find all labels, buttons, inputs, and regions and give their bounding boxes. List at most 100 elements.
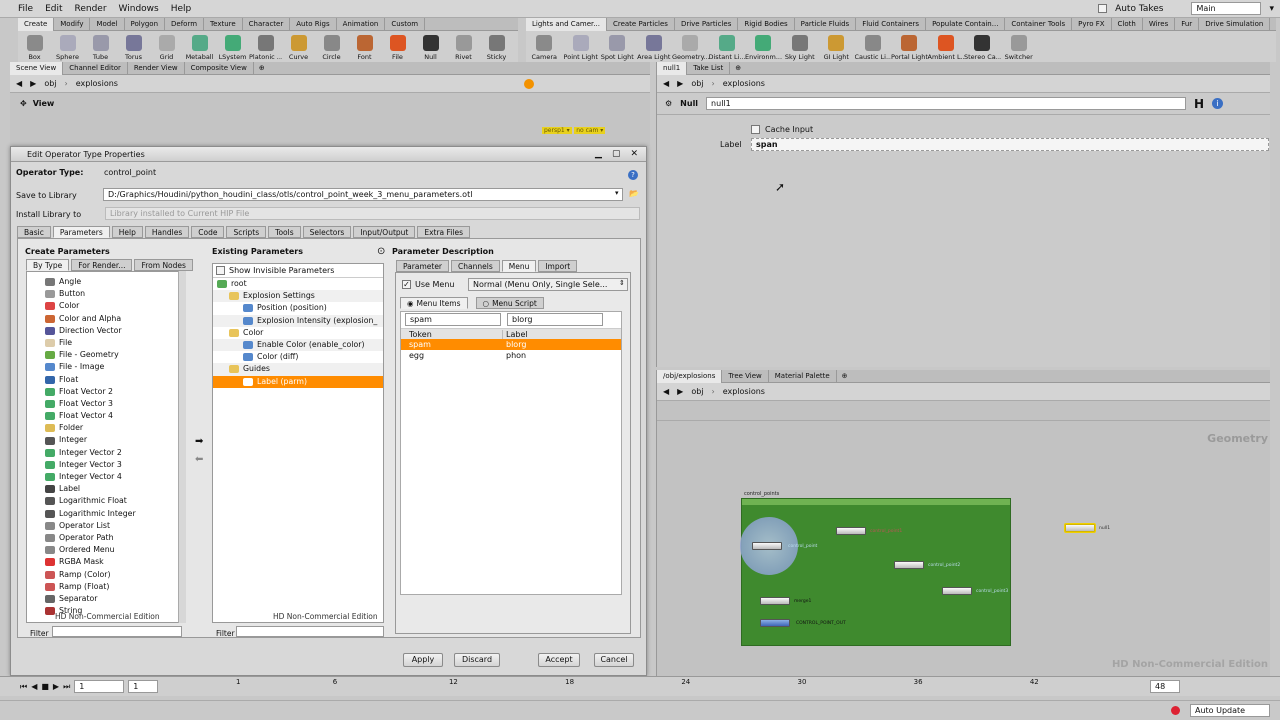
- menu-type-select[interactable]: Normal (Menu Only, Single Sele...: [468, 278, 628, 291]
- desktop-select[interactable]: Main: [1191, 2, 1262, 15]
- tree-item-position-position[interactable]: Position (position): [213, 302, 383, 314]
- first-frame-icon[interactable]: ⏮: [20, 682, 27, 692]
- tab-input-output[interactable]: Input/Output: [353, 226, 416, 238]
- param-type-button[interactable]: Button: [41, 288, 185, 300]
- apply-button[interactable]: Apply: [403, 653, 443, 667]
- shelf-tab-create[interactable]: Create: [18, 17, 55, 31]
- chevron-down-icon[interactable]: ▾: [1269, 4, 1274, 14]
- shelf-tab-particle-fluids[interactable]: Particle Fluids: [795, 17, 857, 31]
- param-type-ramp-float[interactable]: Ramp (Float): [41, 581, 185, 593]
- tab-scripts[interactable]: Scripts: [226, 226, 267, 238]
- param-type-float-vector-4[interactable]: Float Vector 4: [41, 410, 185, 422]
- tab-obj-explosions[interactable]: /obj/explosions: [657, 369, 723, 383]
- param-type-float-vector-3[interactable]: Float Vector 3: [41, 398, 185, 410]
- cancel-button[interactable]: Cancel: [594, 653, 634, 667]
- tab-selectors[interactable]: Selectors: [302, 226, 352, 238]
- tab-parameter[interactable]: Parameter: [396, 260, 450, 272]
- obj-path[interactable]: obj: [691, 387, 703, 396]
- shelf-tab-populate-contain[interactable]: Populate Contain...: [926, 17, 1006, 31]
- chevron-down-icon[interactable]: ▾: [615, 189, 619, 197]
- tool-sticky[interactable]: Sticky: [480, 33, 513, 61]
- houdini-help-icon[interactable]: H: [1194, 97, 1204, 111]
- menu-edit[interactable]: Edit: [45, 4, 62, 14]
- tab-scene-view[interactable]: Scene View: [10, 61, 64, 75]
- tool-tube[interactable]: Tube: [84, 33, 117, 61]
- forward-arrow-icon[interactable]: ▶: [30, 79, 36, 88]
- radio-menu-items[interactable]: ◉ Menu Items: [400, 297, 468, 309]
- tree-item-explosion-settings[interactable]: Explosion Settings: [213, 290, 383, 303]
- param-type-logarithmic-float[interactable]: Logarithmic Float: [41, 495, 185, 507]
- end-frame-field[interactable]: 48: [1150, 680, 1180, 693]
- shelf-tab-fur[interactable]: Fur: [1175, 17, 1200, 31]
- accept-button[interactable]: Accept: [538, 653, 580, 667]
- explosions-path[interactable]: explosions: [76, 79, 486, 88]
- node-null1[interactable]: [1065, 524, 1095, 532]
- menu-file[interactable]: File: [18, 4, 33, 14]
- param-type-operator-path[interactable]: Operator Path: [41, 532, 185, 544]
- info-icon[interactable]: i: [1212, 98, 1224, 109]
- explosions-path[interactable]: explosions: [723, 387, 765, 396]
- back-arrow-icon[interactable]: ◀: [16, 79, 22, 88]
- obj-path[interactable]: obj: [44, 79, 56, 88]
- param-type-angle[interactable]: Angle: [41, 276, 185, 288]
- shelf-tab-deform[interactable]: Deform: [165, 17, 205, 31]
- menu-render[interactable]: Render: [75, 4, 107, 14]
- tab-parameters[interactable]: Parameters: [52, 226, 110, 238]
- create-filter-input[interactable]: [52, 626, 182, 637]
- select-arrows-icon[interactable]: ⇕: [619, 279, 625, 287]
- create-scrollbar[interactable]: [178, 271, 186, 623]
- start-frame-field[interactable]: 1: [128, 680, 159, 693]
- tab-basic[interactable]: Basic: [17, 226, 51, 238]
- tool-null[interactable]: Null: [414, 33, 447, 61]
- install-library-value[interactable]: Library installed to Current HIP File: [105, 207, 640, 220]
- tree-item-color-diff[interactable]: Color (diff): [213, 351, 383, 363]
- minimize-icon[interactable]: ▁: [595, 149, 602, 159]
- tool-area-light[interactable]: Area Light: [636, 33, 673, 61]
- play-back-icon[interactable]: ◀: [31, 682, 37, 691]
- shelf-tab-pyro-fx[interactable]: Pyro FX: [1072, 17, 1112, 31]
- tree-item-guides[interactable]: Guides: [213, 363, 383, 376]
- tab-menu[interactable]: Menu: [501, 260, 537, 272]
- tab-channel-editor[interactable]: Channel Editor: [63, 61, 128, 75]
- param-type-color[interactable]: Color: [41, 300, 185, 312]
- tree-item-root[interactable]: root: [213, 278, 383, 290]
- node-merge1[interactable]: [760, 597, 790, 605]
- menu-row-selected[interactable]: spam blorg: [401, 339, 621, 350]
- orange-dot-icon[interactable]: [523, 78, 534, 89]
- param-type-float[interactable]: Float: [41, 374, 185, 386]
- explosions-path[interactable]: explosions: [723, 79, 765, 88]
- obj-path[interactable]: obj: [691, 79, 703, 88]
- tree-item-label-parm[interactable]: Label (parm): [213, 375, 383, 388]
- tree-item-enable-color-enable-color[interactable]: Enable Color (enable_color): [213, 338, 383, 352]
- tool-geometry[interactable]: Geometry...: [672, 33, 709, 61]
- play-icon[interactable]: ▶: [53, 682, 59, 691]
- param-type-ordered-menu[interactable]: Ordered Menu: [41, 544, 185, 556]
- tool-sky-light[interactable]: Sky Light: [782, 33, 819, 61]
- shelf-tab-lights-and-camer[interactable]: Lights and Camer...: [526, 17, 607, 31]
- cache-input-checkbox[interactable]: [751, 125, 760, 134]
- tool-ambient-l[interactable]: Ambient L...: [928, 33, 964, 61]
- forward-arrow-icon[interactable]: ▶: [677, 387, 683, 396]
- shelf-tab-drive-particles[interactable]: Drive Particles: [675, 17, 739, 31]
- arrow-left-icon[interactable]: ⬅: [195, 454, 203, 465]
- maximize-icon[interactable]: ▢: [612, 149, 621, 159]
- search-icon[interactable]: ⊙: [377, 246, 385, 257]
- auto-update-select[interactable]: Auto Update: [1190, 704, 1270, 717]
- param-type-integer-vector-2[interactable]: Integer Vector 2: [41, 447, 185, 459]
- shelf-tab-wires[interactable]: Wires: [1143, 17, 1176, 31]
- error-icon[interactable]: [1171, 706, 1180, 715]
- param-type-float-vector-2[interactable]: Float Vector 2: [41, 386, 185, 398]
- shelf-tab-fluid-containers[interactable]: Fluid Containers: [856, 17, 927, 31]
- tool-lsystem[interactable]: LSystem: [216, 33, 249, 61]
- tool-font[interactable]: Font: [348, 33, 381, 61]
- tool-caustic-li[interactable]: Caustic Li...: [855, 33, 891, 61]
- back-arrow-icon[interactable]: ◀: [663, 387, 669, 396]
- shelf-tab-custom[interactable]: Custom: [385, 17, 426, 31]
- menu-windows[interactable]: Windows: [119, 4, 159, 14]
- tool-torus[interactable]: Torus: [117, 33, 150, 61]
- back-arrow-icon[interactable]: ◀: [663, 79, 669, 88]
- subnet-box[interactable]: control_points control_point control_poi…: [740, 491, 1011, 646]
- shelf-tab-polygon[interactable]: Polygon: [125, 17, 166, 31]
- add-tab-icon[interactable]: ⊕: [837, 372, 853, 380]
- menu-row[interactable]: egg phon: [401, 350, 621, 361]
